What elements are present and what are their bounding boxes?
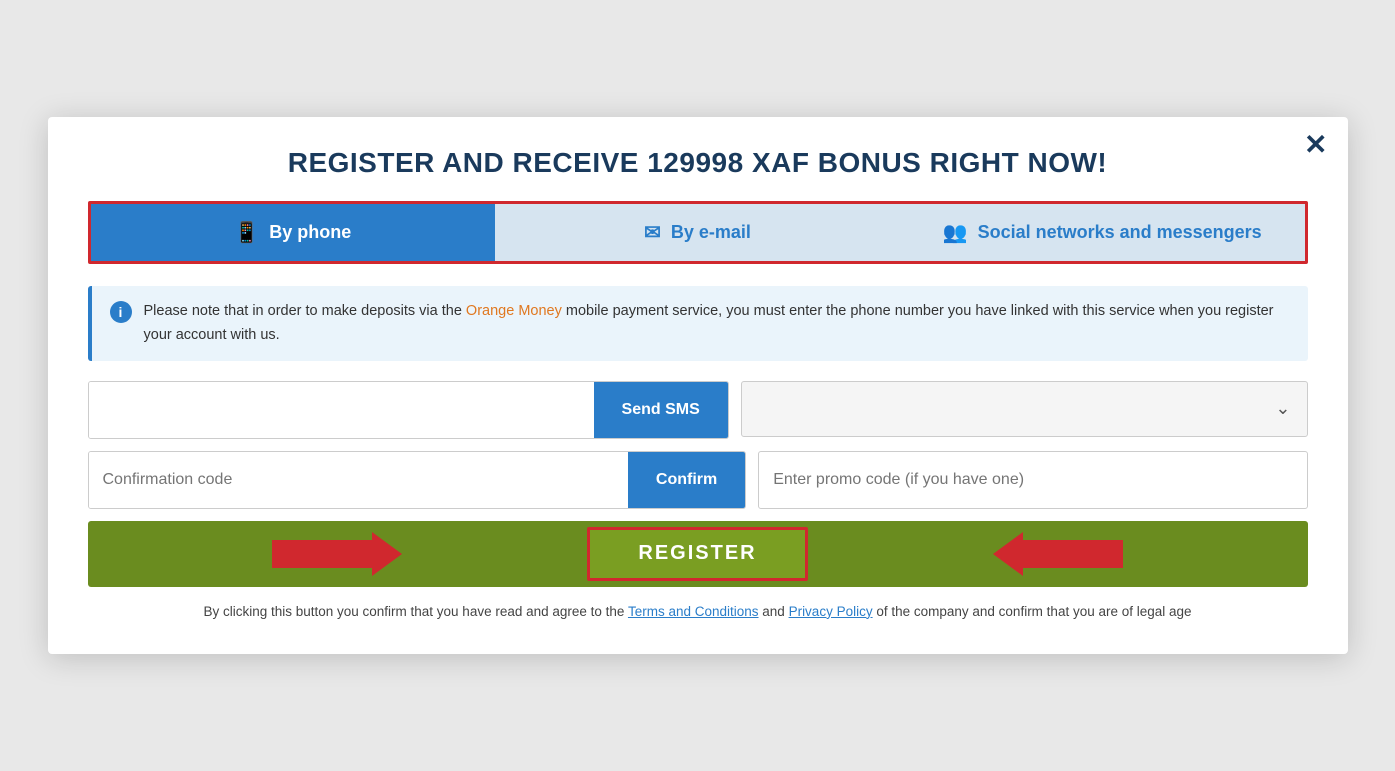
orange-money-link[interactable]: Orange Money bbox=[466, 303, 562, 319]
privacy-link[interactable]: Privacy Policy bbox=[789, 604, 873, 619]
registration-modal: ✕ REGISTER AND RECEIVE 129998 XAF BONUS … bbox=[48, 117, 1348, 653]
modal-title: REGISTER AND RECEIVE 129998 XAF BONUS RI… bbox=[88, 147, 1308, 179]
registration-tabs: 📱 By phone ✉ By e-mail 👥 Social networks… bbox=[88, 201, 1308, 264]
arrow-right-shape bbox=[272, 532, 402, 576]
country-select-group[interactable]: ⌄ bbox=[741, 381, 1308, 437]
confirm-button[interactable]: Confirm bbox=[628, 452, 745, 508]
confirmation-row: Confirm bbox=[88, 451, 1308, 509]
close-button[interactable]: ✕ bbox=[1304, 131, 1327, 159]
promo-input-group bbox=[758, 451, 1307, 509]
phone-input-group: Send SMS bbox=[88, 381, 729, 439]
tab-phone-label: By phone bbox=[269, 222, 351, 243]
tab-phone[interactable]: 📱 By phone bbox=[91, 204, 496, 261]
info-box: i Please note that in order to make depo… bbox=[88, 286, 1308, 360]
confirmation-code-input[interactable] bbox=[89, 452, 628, 508]
social-icon: 👥 bbox=[943, 220, 968, 245]
tab-email-label: By e-mail bbox=[671, 222, 751, 243]
left-arrow-decoration bbox=[88, 532, 588, 576]
promo-code-input[interactable] bbox=[759, 452, 1306, 508]
terms-link[interactable]: Terms and Conditions bbox=[628, 604, 759, 619]
right-arrow-decoration bbox=[808, 532, 1308, 576]
arrow-left-shape bbox=[993, 532, 1123, 576]
register-row: REGISTER bbox=[88, 521, 1308, 587]
info-icon: i bbox=[110, 301, 132, 323]
email-icon: ✉ bbox=[644, 220, 661, 245]
tab-social-label: Social networks and messengers bbox=[978, 222, 1262, 243]
country-select[interactable] bbox=[758, 400, 1276, 417]
confirmation-input-group: Confirm bbox=[88, 451, 747, 509]
phone-icon: 📱 bbox=[234, 220, 259, 245]
terms-text: By clicking this button you confirm that… bbox=[88, 601, 1308, 624]
register-button[interactable]: REGISTER bbox=[587, 527, 807, 581]
send-sms-button[interactable]: Send SMS bbox=[594, 382, 728, 438]
info-text: Please note that in order to make deposi… bbox=[144, 300, 1290, 346]
tab-email[interactable]: ✉ By e-mail bbox=[495, 204, 900, 261]
phone-row: Send SMS ⌄ bbox=[88, 381, 1308, 439]
phone-input[interactable] bbox=[89, 382, 594, 438]
chevron-down-icon: ⌄ bbox=[1275, 398, 1290, 419]
tab-social[interactable]: 👥 Social networks and messengers bbox=[900, 204, 1305, 261]
